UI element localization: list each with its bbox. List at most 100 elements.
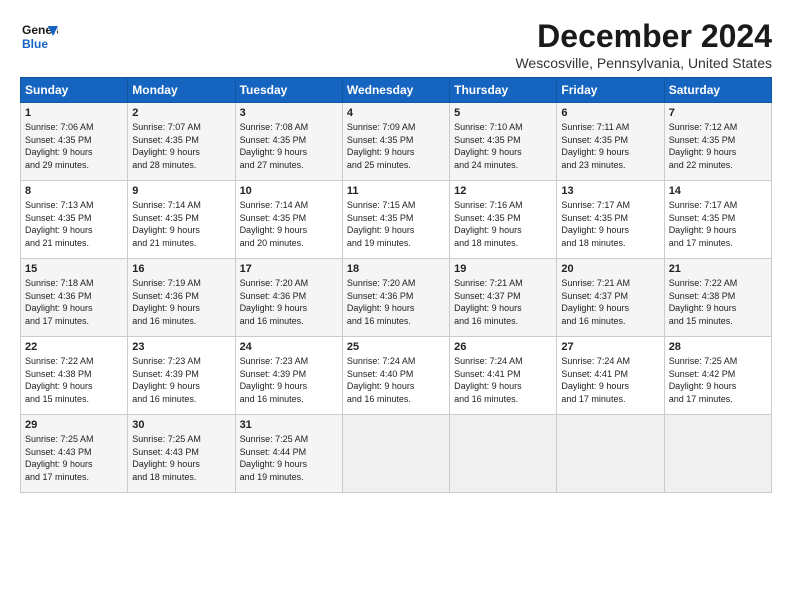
table-cell: 1 Sunrise: 7:06 AM Sunset: 4:35 PM Daylig… [21,103,128,181]
day-number: 7 [669,107,767,119]
day-info: Sunrise: 7:15 AM Sunset: 4:35 PM Dayligh… [347,199,445,249]
table-cell [450,415,557,493]
table-cell: 6 Sunrise: 7:11 AM Sunset: 4:35 PM Daylig… [557,103,664,181]
table-cell: 7Sunrise: 7:12 AM Sunset: 4:35 PM Daylig… [664,103,771,181]
logo: General Blue [20,18,58,56]
day-number: 16 [132,263,230,275]
day-number: 12 [454,185,552,197]
table-cell: 31 Sunrise: 7:25 AM Sunset: 4:44 PM Dayli… [235,415,342,493]
day-info: Sunrise: 7:18 AM Sunset: 4:36 PM Dayligh… [25,277,123,327]
page-container: General Blue December 2024 Wescosville, … [0,0,792,503]
logo-icon: General Blue [20,18,58,56]
day-number: 10 [240,185,338,197]
col-monday: Monday [128,78,235,103]
col-saturday: Saturday [664,78,771,103]
table-cell: 20Sunrise: 7:21 AM Sunset: 4:37 PM Dayli… [557,259,664,337]
table-cell: 19 Sunrise: 7:21 AM Sunset: 4:37 PM Dayli… [450,259,557,337]
location: Wescosville, Pennsylvania, United States [515,55,772,71]
table-cell: 25 Sunrise: 7:24 AM Sunset: 4:40 PM Dayli… [342,337,449,415]
table-cell [664,415,771,493]
day-info: Sunrise: 7:24 AM Sunset: 4:40 PM Dayligh… [347,355,445,405]
day-info: Sunrise: 7:20 AM Sunset: 4:36 PM Dayligh… [347,277,445,327]
table-cell: 16 Sunrise: 7:19 AM Sunset: 4:36 PM Dayli… [128,259,235,337]
table-cell: 28 Sunrise: 7:25 AM Sunset: 4:42 PM Dayli… [664,337,771,415]
table-cell: 4 Sunrise: 7:09 AM Sunset: 4:35 PM Daylig… [342,103,449,181]
table-cell: 21 Sunrise: 7:22 AM Sunset: 4:38 PM Dayli… [664,259,771,337]
table-cell: 9Sunrise: 7:14 AM Sunset: 4:35 PM Daylig… [128,181,235,259]
table-cell: 22 Sunrise: 7:22 AM Sunset: 4:38 PM Dayli… [21,337,128,415]
day-info: Sunrise: 7:13 AM Sunset: 4:35 PM Dayligh… [25,199,123,249]
table-cell: 17 Sunrise: 7:20 AM Sunset: 4:36 PM Dayli… [235,259,342,337]
day-info: Sunrise: 7:14 AM Sunset: 4:35 PM Dayligh… [240,199,338,249]
table-cell: 14Sunrise: 7:17 AM Sunset: 4:35 PM Dayli… [664,181,771,259]
day-info: Sunrise: 7:20 AM Sunset: 4:36 PM Dayligh… [240,277,338,327]
day-number: 21 [669,263,767,275]
day-info: Sunrise: 7:22 AM Sunset: 4:38 PM Dayligh… [25,355,123,405]
day-info: Sunrise: 7:08 AM Sunset: 4:35 PM Dayligh… [240,121,338,171]
day-info: Sunrise: 7:21 AM Sunset: 4:37 PM Dayligh… [454,277,552,327]
day-number: 18 [347,263,445,275]
header-row: Sunday Monday Tuesday Wednesday Thursday… [21,78,772,103]
table-cell [557,415,664,493]
day-info: Sunrise: 7:24 AM Sunset: 4:41 PM Dayligh… [454,355,552,405]
col-sunday: Sunday [21,78,128,103]
day-number: 20 [561,263,659,275]
col-wednesday: Wednesday [342,78,449,103]
table-cell [342,415,449,493]
day-info: Sunrise: 7:19 AM Sunset: 4:36 PM Dayligh… [132,277,230,327]
day-number: 8 [25,185,123,197]
day-number: 1 [25,107,123,119]
day-number: 25 [347,341,445,353]
day-info: Sunrise: 7:14 AM Sunset: 4:35 PM Dayligh… [132,199,230,249]
day-number: 24 [240,341,338,353]
day-info: Sunrise: 7:25 AM Sunset: 4:44 PM Dayligh… [240,433,338,483]
day-number: 4 [347,107,445,119]
day-number: 27 [561,341,659,353]
day-info: Sunrise: 7:09 AM Sunset: 4:35 PM Dayligh… [347,121,445,171]
col-thursday: Thursday [450,78,557,103]
day-info: Sunrise: 7:22 AM Sunset: 4:38 PM Dayligh… [669,277,767,327]
table-cell: 18 Sunrise: 7:20 AM Sunset: 4:36 PM Dayli… [342,259,449,337]
table-cell: 10 Sunrise: 7:14 AM Sunset: 4:35 PM Dayli… [235,181,342,259]
day-number: 28 [669,341,767,353]
table-row: 1 Sunrise: 7:06 AM Sunset: 4:35 PM Daylig… [21,103,772,181]
day-number: 11 [347,185,445,197]
day-info: Sunrise: 7:06 AM Sunset: 4:35 PM Dayligh… [25,121,123,171]
table-cell: 5 Sunrise: 7:10 AM Sunset: 4:35 PM Daylig… [450,103,557,181]
day-number: 22 [25,341,123,353]
day-info: Sunrise: 7:11 AM Sunset: 4:35 PM Dayligh… [561,121,659,171]
day-number: 5 [454,107,552,119]
day-number: 19 [454,263,552,275]
table-cell: 29Sunrise: 7:25 AM Sunset: 4:43 PM Dayli… [21,415,128,493]
day-info: Sunrise: 7:17 AM Sunset: 4:35 PM Dayligh… [561,199,659,249]
day-number: 2 [132,107,230,119]
day-info: Sunrise: 7:23 AM Sunset: 4:39 PM Dayligh… [132,355,230,405]
day-info: Sunrise: 7:25 AM Sunset: 4:43 PM Dayligh… [132,433,230,483]
day-info: Sunrise: 7:17 AM Sunset: 4:35 PM Dayligh… [669,199,767,249]
day-number: 6 [561,107,659,119]
table-cell: 11 Sunrise: 7:15 AM Sunset: 4:35 PM Dayli… [342,181,449,259]
table-row: 29 Sunrise: 7:25 AM Sunset: 4:43 PM Dayli… [21,415,772,493]
calendar-table: Sunday Monday Tuesday Wednesday Thursday… [20,77,772,493]
day-info: Sunrise: 7:25 AM Sunset: 4:42 PM Dayligh… [669,355,767,405]
day-info: Sunrise: 7:16 AM Sunset: 4:35 PM Dayligh… [454,199,552,249]
day-info: Sunrise: 7:24 AM Sunset: 4:41 PM Dayligh… [561,355,659,405]
day-number: 31 [240,419,338,431]
month-title: December 2024 [515,18,772,55]
day-number: 13 [561,185,659,197]
table-cell: 24 Sunrise: 7:23 AM Sunset: 4:39 PM Dayli… [235,337,342,415]
day-number: 26 [454,341,552,353]
table-cell: 23 Sunrise: 7:23 AM Sunset: 4:39 PM Dayli… [128,337,235,415]
table-cell: 13 Sunrise: 7:17 AM Sunset: 4:35 PM Dayli… [557,181,664,259]
title-block: December 2024 Wescosville, Pennsylvania,… [515,18,772,71]
day-number: 17 [240,263,338,275]
table-cell: 26 Sunrise: 7:24 AM Sunset: 4:41 PM Dayli… [450,337,557,415]
day-info: Sunrise: 7:23 AM Sunset: 4:39 PM Dayligh… [240,355,338,405]
table-row: 22 Sunrise: 7:22 AM Sunset: 4:38 PM Dayli… [21,337,772,415]
table-cell: 12 Sunrise: 7:16 AM Sunset: 4:35 PM Dayli… [450,181,557,259]
day-number: 15 [25,263,123,275]
day-info: Sunrise: 7:10 AM Sunset: 4:35 PM Dayligh… [454,121,552,171]
day-number: 29 [25,419,123,431]
table-cell: 27 Sunrise: 7:24 AM Sunset: 4:41 PM Dayli… [557,337,664,415]
day-number: 23 [132,341,230,353]
